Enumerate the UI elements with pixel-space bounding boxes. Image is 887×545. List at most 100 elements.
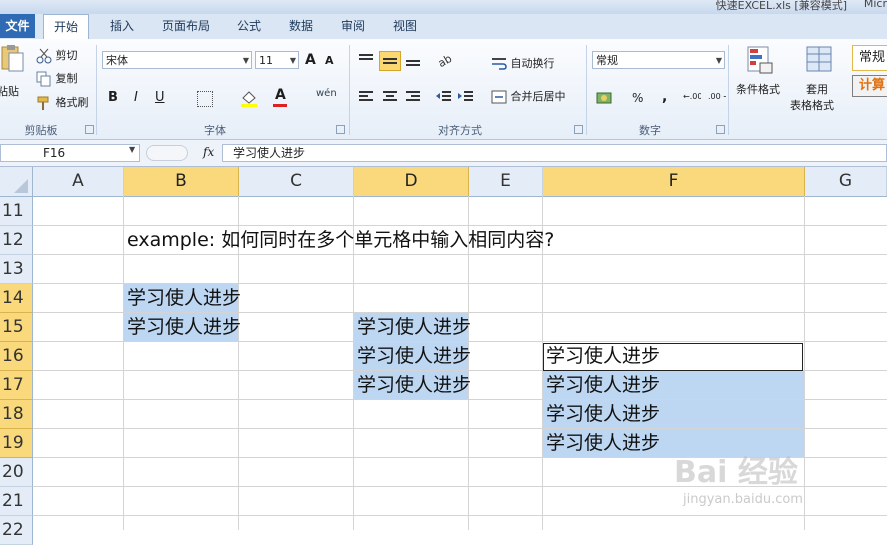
tab-data[interactable]: 数据: [279, 14, 323, 38]
align-top-icon[interactable]: [358, 53, 374, 67]
column-header-e[interactable]: E: [469, 167, 543, 196]
format-painter-button[interactable]: 格式刷: [36, 94, 89, 111]
tab-home[interactable]: 开始: [43, 14, 90, 40]
shrink-font-button[interactable]: A: [325, 54, 334, 67]
column-header-c[interactable]: C: [239, 167, 354, 196]
wrap-text-button[interactable]: 自动换行: [491, 55, 555, 72]
tab-formulas[interactable]: 公式: [227, 14, 271, 38]
tab-review[interactable]: 审阅: [331, 14, 375, 38]
row-header-18[interactable]: 18: [0, 400, 33, 429]
column-header-d[interactable]: D: [354, 167, 469, 196]
comma-button[interactable]: ,: [662, 89, 667, 105]
copy-button[interactable]: 复制: [36, 70, 78, 87]
phonetic-button[interactable]: wén: [316, 88, 337, 99]
row-header-21[interactable]: 21: [0, 487, 33, 516]
format-table-label-1[interactable]: 套用: [806, 81, 828, 97]
cell-f18[interactable]: 学习使人进步: [546, 400, 660, 429]
chevron-down-icon: ▼: [715, 56, 722, 65]
column-header-f[interactable]: F: [543, 167, 805, 196]
title-bar: 快速EXCEL.xls [兼容模式] Micr: [0, 0, 887, 14]
align-right-icon[interactable]: [405, 90, 421, 104]
formula-input[interactable]: 学习使人进步: [222, 144, 887, 162]
cut-label: 剪切: [55, 49, 78, 62]
cell-d16[interactable]: 学习使人进步: [357, 342, 471, 371]
name-box-chevron-down-icon[interactable]: ▼: [129, 145, 135, 154]
formula-bar-divider-handle[interactable]: [146, 145, 188, 161]
grow-font-button[interactable]: A: [305, 52, 316, 68]
bold-button[interactable]: B: [108, 90, 118, 105]
row-header-20[interactable]: 20: [0, 458, 33, 487]
font-color-swatch: [273, 104, 287, 107]
font-launcher-icon[interactable]: [336, 125, 345, 134]
column-header-b[interactable]: B: [124, 167, 239, 196]
tab-view[interactable]: 视图: [383, 14, 427, 38]
fill-color-icon[interactable]: [240, 89, 258, 107]
orientation-icon[interactable]: ab: [436, 51, 458, 70]
alignment-group-label: 对齐方式: [438, 124, 482, 137]
currency-icon[interactable]: [596, 90, 612, 106]
cell-style-calculation[interactable]: 计算: [852, 75, 887, 97]
cell-d17[interactable]: 学习使人进步: [357, 371, 471, 400]
row-header-13[interactable]: 13: [0, 255, 33, 284]
column-header-g[interactable]: G: [805, 167, 887, 196]
column-header-a[interactable]: A: [33, 167, 124, 196]
align-left-icon[interactable]: [358, 90, 374, 104]
border-icon[interactable]: [197, 91, 213, 107]
wrap-text-icon: [491, 56, 507, 72]
row-header-15[interactable]: 15: [0, 313, 33, 342]
number-launcher-icon[interactable]: [716, 125, 725, 134]
chevron-down-icon: ▼: [242, 56, 249, 65]
font-name-combo[interactable]: 宋体 ▼: [102, 51, 252, 69]
paste-button[interactable]: 粘贴: [0, 83, 19, 99]
gridline: [804, 196, 805, 530]
cell-f16[interactable]: 学习使人进步: [546, 342, 660, 371]
cell-f17[interactable]: 学习使人进步: [546, 371, 660, 400]
row-header-22[interactable]: 22: [0, 516, 33, 545]
row-header-16[interactable]: 16: [0, 342, 33, 371]
formula-bar: F16 ▼ fx 学习使人进步: [0, 140, 887, 167]
increase-indent-icon[interactable]: [458, 90, 474, 104]
decrease-decimal-button[interactable]: .00 →.0: [708, 92, 726, 101]
cell-b14[interactable]: 学习使人进步: [127, 284, 241, 313]
merge-center-button[interactable]: 合并后居中: [491, 88, 566, 105]
conditional-format-icon: [746, 45, 774, 75]
format-table-label-2[interactable]: 表格格式: [790, 97, 834, 113]
decrease-indent-icon[interactable]: [436, 90, 452, 104]
cell-b12[interactable]: example: 如何同时在多个单元格中输入相同内容?: [127, 226, 554, 255]
cell-d15[interactable]: 学习使人进步: [357, 313, 471, 342]
name-box[interactable]: F16: [0, 144, 140, 162]
tab-page-layout[interactable]: 页面布局: [152, 14, 220, 38]
align-middle-icon[interactable]: [379, 51, 401, 71]
alignment-launcher-icon[interactable]: [574, 125, 583, 134]
number-format-value: 常规: [596, 54, 618, 67]
font-size-combo[interactable]: 11 ▼: [255, 51, 299, 69]
percent-button[interactable]: %: [632, 91, 643, 105]
align-bottom-icon[interactable]: [405, 53, 421, 67]
select-all-corner[interactable]: [0, 167, 33, 196]
tab-insert[interactable]: 插入: [100, 14, 144, 38]
row-header-19[interactable]: 19: [0, 429, 33, 458]
chevron-down-icon: ▼: [289, 56, 296, 65]
number-format-combo[interactable]: 常规 ▼: [592, 51, 725, 69]
cut-button[interactable]: 剪切: [36, 47, 78, 64]
conditional-format-button[interactable]: 条件格式: [736, 81, 780, 97]
cell-f19[interactable]: 学习使人进步: [546, 429, 660, 458]
align-center-icon[interactable]: [382, 90, 398, 104]
row-header-17[interactable]: 17: [0, 371, 33, 400]
cell-style-normal[interactable]: 常规: [852, 45, 887, 71]
number-group-label: 数字: [639, 124, 661, 137]
cell-b15[interactable]: 学习使人进步: [127, 313, 241, 342]
tab-file[interactable]: 文件: [0, 14, 35, 38]
font-color-button[interactable]: A: [275, 87, 286, 103]
underline-button[interactable]: U: [155, 90, 165, 105]
insert-function-icon[interactable]: fx: [203, 145, 214, 159]
clipboard-launcher-icon[interactable]: [85, 125, 94, 134]
increase-decimal-button[interactable]: ←.00 .00: [683, 92, 701, 101]
merge-center-label: 合并后居中: [510, 90, 566, 103]
row-header-12[interactable]: 12: [0, 226, 33, 255]
italic-button[interactable]: I: [134, 90, 138, 105]
format-as-table-icon: [805, 45, 833, 75]
row-header-11[interactable]: 11: [0, 197, 33, 226]
gridline: [33, 515, 887, 516]
row-header-14[interactable]: 14: [0, 284, 33, 313]
